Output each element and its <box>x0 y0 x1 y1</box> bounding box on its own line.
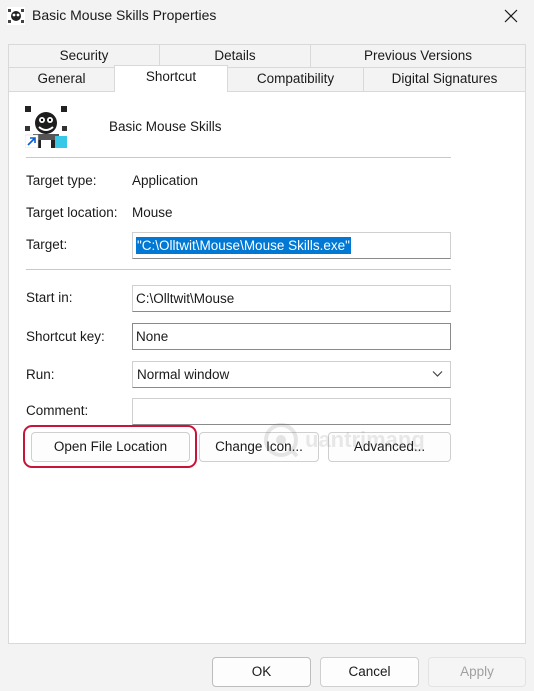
target-location-value: Mouse <box>132 205 173 220</box>
app-icon <box>7 7 25 25</box>
shortcut-name: Basic Mouse Skills <box>109 119 222 134</box>
target-type-value: Application <box>132 173 199 188</box>
change-icon-button[interactable]: Change Icon... <box>199 432 319 462</box>
tab-strip: Security Details Previous Versions Gener… <box>8 38 526 92</box>
tab-compatibility[interactable]: Compatibility <box>227 67 364 91</box>
apply-button[interactable]: Apply <box>428 657 526 687</box>
shortcut-key-label: Shortcut key: <box>26 329 105 344</box>
close-button[interactable] <box>488 0 534 32</box>
comment-label: Comment: <box>26 403 89 418</box>
run-label: Run: <box>26 367 55 382</box>
cancel-button[interactable]: Cancel <box>320 657 419 687</box>
start-in-field[interactable]: C:\Olltwit\Mouse <box>132 285 451 312</box>
title-bar: Basic Mouse Skills Properties <box>0 0 534 32</box>
open-file-location-button[interactable]: Open File Location <box>31 432 190 462</box>
tab-previous-versions[interactable]: Previous Versions <box>310 44 526 68</box>
run-dropdown[interactable]: Normal window <box>132 361 451 388</box>
advanced-button[interactable]: Advanced... <box>328 432 451 462</box>
separator <box>26 157 451 158</box>
start-in-label: Start in: <box>26 290 73 305</box>
dialog-footer: OK Cancel Apply <box>0 645 534 691</box>
target-label: Target: <box>26 237 68 252</box>
separator <box>26 269 451 270</box>
window-title: Basic Mouse Skills Properties <box>32 7 217 23</box>
shortcut-panel: Basic Mouse Skills Target type: Applicat… <box>8 91 526 644</box>
tab-general[interactable]: General <box>8 67 115 91</box>
target-location-label: Target location: <box>26 205 118 220</box>
close-icon <box>504 9 518 23</box>
target-field[interactable]: "C:\Olltwit\Mouse\Mouse Skills.exe" <box>132 232 451 259</box>
tab-digital-signatures[interactable]: Digital Signatures <box>363 67 526 91</box>
ok-button[interactable]: OK <box>212 657 311 687</box>
target-selected-text: "C:\Olltwit\Mouse\Mouse Skills.exe" <box>136 237 351 254</box>
shortcut-key-field[interactable]: None <box>132 323 451 350</box>
target-type-label: Target type: <box>26 173 97 188</box>
run-selected-value: Normal window <box>137 367 230 382</box>
tab-shortcut[interactable]: Shortcut <box>114 65 228 92</box>
shortcut-icon <box>25 106 67 148</box>
chevron-down-icon <box>432 371 443 377</box>
comment-field[interactable] <box>132 398 451 425</box>
